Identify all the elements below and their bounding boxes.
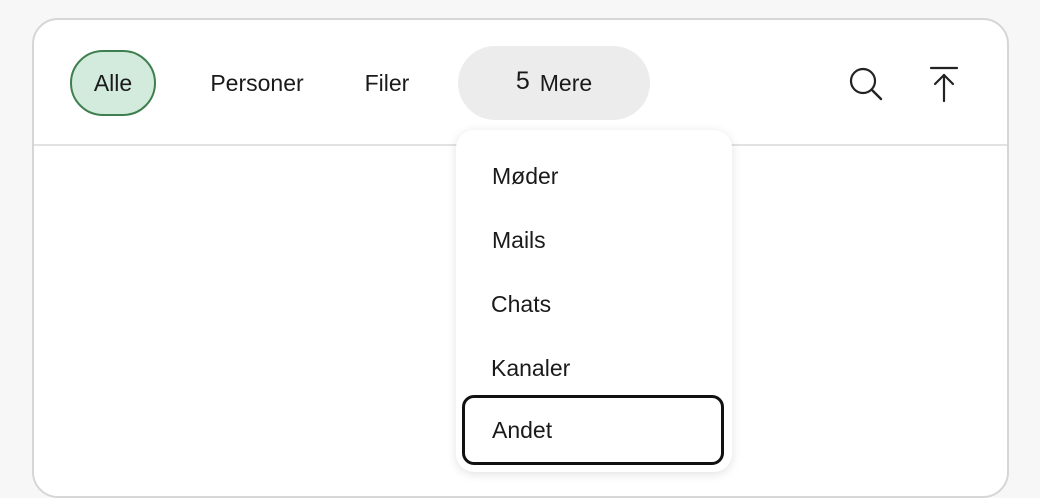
menu-item-label: Andet [492, 416, 553, 443]
tab-people[interactable]: Personer [194, 50, 320, 116]
tab-all-label: Alle [93, 69, 133, 96]
menu-item-andet[interactable]: Andet [462, 395, 724, 465]
back-to-top-button[interactable] [920, 60, 968, 108]
menu-item-chats[interactable]: Chats [462, 272, 724, 336]
menu-item-label: Mails [492, 226, 546, 253]
search-button[interactable] [842, 60, 890, 108]
menu-item-kanaler[interactable]: Kanaler [462, 336, 724, 400]
tab-files[interactable]: Filer [350, 50, 424, 116]
menu-item-mails[interactable]: Mails [462, 208, 724, 272]
tab-more-label: Mere [539, 69, 593, 96]
more-count-badge: 5 [515, 66, 530, 95]
menu-item-label: Kanaler [491, 354, 571, 381]
menu-item-label: Chats [491, 290, 552, 317]
tab-more-dropdown[interactable]: 5 Mere [458, 46, 650, 120]
tab-files-label: Filer [364, 69, 410, 96]
more-dropdown-menu: Møder Mails Chats Kanaler Andet [456, 130, 732, 472]
arrow-up-to-top-icon [929, 66, 959, 103]
filter-bar: Alle Personer Filer 5 Mere [34, 20, 1007, 146]
search-icon [849, 67, 883, 101]
tab-people-label: Personer [210, 69, 304, 96]
tab-all[interactable]: Alle [70, 50, 156, 116]
menu-item-label: Møder [492, 162, 559, 189]
menu-item-moeder[interactable]: Møder [462, 144, 724, 208]
